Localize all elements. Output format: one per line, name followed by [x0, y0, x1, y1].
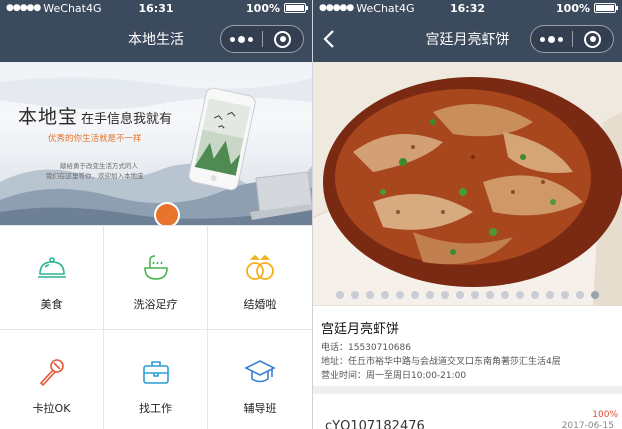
category-label: 辅导班: [243, 402, 277, 415]
carousel-dot[interactable]: [381, 291, 389, 299]
battery-status: 100%: [556, 1, 618, 15]
carousel-dot[interactable]: [501, 291, 509, 299]
carousel-dot[interactable]: [576, 291, 584, 299]
back-arrow-icon[interactable]: [319, 28, 341, 50]
shop-address[interactable]: 地址：任丘市裕华中路与会战道交叉口东南角著莎汇生活4层: [321, 355, 621, 369]
more-button[interactable]: [221, 35, 262, 43]
shop-hours: 营业时间：周一至周日10:00-21:00: [321, 371, 467, 381]
carousel-dot[interactable]: [396, 291, 404, 299]
carousel-dot[interactable]: [531, 291, 539, 299]
microphone-icon: [36, 356, 68, 388]
mini-program-capsule: [220, 25, 304, 53]
banner-line-1: 献给勇于改变生活方式的人: [60, 162, 138, 170]
category-jobs[interactable]: 找工作: [104, 330, 208, 429]
carousel-dot[interactable]: [351, 291, 359, 299]
status-time: 16:31: [138, 1, 174, 15]
close-mini-program-button[interactable]: [262, 30, 303, 48]
next-item-title[interactable]: cYQ107182476: [325, 419, 425, 429]
briefcase-icon: [140, 356, 172, 388]
carousel-dot[interactable]: [561, 291, 569, 299]
banner-title: 本地宝 在手信息我就有: [18, 102, 172, 129]
battery-status: 100%: [246, 1, 308, 15]
category-grid: 美食 洗浴足疗 结婚啦 卡拉OK 找工作 辅导班: [0, 225, 312, 429]
carousel-dot[interactable]: [486, 291, 494, 299]
carousel-dot[interactable]: [546, 291, 554, 299]
promo-banner[interactable]: 本地宝 在手信息我就有 优秀的你生活就是不一样 献给勇于改变生活方式的人 我们在…: [0, 62, 312, 225]
page-title: 本地生活: [128, 32, 184, 48]
mini-program-capsule: [530, 25, 614, 53]
carousel-dot[interactable]: [411, 291, 419, 299]
battery-icon: [594, 3, 618, 13]
target-circle-icon: [584, 30, 602, 48]
status-bar: ●●●●● WeChat4G 16:31 100%: [0, 0, 312, 16]
status-time: 16:32: [449, 1, 486, 15]
carousel-dot[interactable]: [516, 291, 524, 299]
carrier-info: ●●●●● WeChat4G: [6, 2, 102, 15]
carrier-name: WeChat4G: [356, 1, 415, 15]
more-dot-icon: [237, 35, 245, 43]
right-screen: ●●●●● WeChat4G 16:32 100% 宫廷月亮虾饼 宫廷月亮虾饼 …: [313, 0, 622, 429]
carousel-dot[interactable]: [591, 291, 599, 299]
section-divider: [313, 386, 622, 394]
close-mini-program-button[interactable]: [572, 30, 613, 48]
next-item-date: 2017-06-15: [561, 421, 614, 429]
more-button[interactable]: [531, 35, 572, 43]
more-dot-icon: [247, 36, 253, 42]
category-label: 找工作: [139, 402, 172, 415]
page-title: 宫廷月亮虾饼: [425, 32, 510, 48]
status-bar: ●●●●● WeChat4G 16:32 100%: [313, 0, 622, 16]
category-label: 卡拉OK: [32, 402, 71, 415]
banner-title-main: 本地宝: [18, 106, 79, 128]
carousel-dot[interactable]: [426, 291, 434, 299]
left-screen: ●●●●● WeChat4G 16:31 100% 本地生活 本地宝 在手信息我…: [0, 0, 312, 429]
banner-slogan: 优秀的你生活就是不一样: [48, 134, 142, 144]
category-wedding[interactable]: 结婚啦: [208, 226, 312, 330]
category-karaoke[interactable]: 卡拉OK: [0, 330, 104, 429]
food-cloche-icon: [36, 252, 68, 284]
shrimp-dish-image: [313, 62, 622, 306]
banner-line-2: 我们在这里等你，欢迎加入本地宝: [46, 172, 144, 180]
signal-icon: ●●●●●: [319, 3, 354, 13]
carousel-dot[interactable]: [471, 291, 479, 299]
rings-icon: [244, 252, 276, 284]
more-dot-icon: [229, 36, 235, 42]
category-food[interactable]: 美食: [0, 226, 104, 330]
zoom-level: 100%: [592, 410, 618, 420]
shop-name: 宫廷月亮虾饼: [321, 322, 400, 337]
more-dot-icon: [547, 35, 555, 43]
category-label: 结婚啦: [243, 298, 277, 311]
signal-icon: ●●●●●: [6, 3, 41, 13]
battery-percent: 100%: [556, 1, 590, 15]
carousel-dot[interactable]: [456, 291, 464, 299]
nav-bar: 本地生活: [0, 16, 312, 62]
carousel-indicator[interactable]: [313, 288, 622, 302]
orange-dot-icon: [156, 204, 178, 225]
food-photo[interactable]: [313, 62, 622, 306]
category-label: 洗浴足疗: [133, 298, 178, 311]
carrier-name: WeChat4G: [43, 1, 102, 15]
banner-title-sub: 在手信息我就有: [81, 112, 173, 127]
shop-info: 宫廷月亮虾饼 电话：15530710686 地址：任丘市裕华中路与会战道交叉口东…: [321, 318, 621, 383]
shop-phone[interactable]: 电话：15530710686: [321, 341, 621, 355]
target-circle-icon: [274, 30, 292, 48]
category-label: 美食: [40, 298, 63, 311]
laptop-image: [250, 172, 312, 220]
carousel-dot[interactable]: [336, 291, 344, 299]
more-dot-icon: [539, 36, 545, 42]
battery-icon: [284, 3, 308, 13]
nav-bar: 宫廷月亮虾饼: [313, 16, 622, 62]
carousel-dot[interactable]: [441, 291, 449, 299]
battery-percent: 100%: [246, 1, 280, 15]
category-tutoring[interactable]: 辅导班: [208, 330, 312, 429]
carrier-info: ●●●●● WeChat4G: [319, 2, 415, 15]
category-bath[interactable]: 洗浴足疗: [104, 226, 208, 330]
graduation-cap-icon: [244, 356, 276, 388]
carousel-dot[interactable]: [366, 291, 374, 299]
more-dot-icon: [557, 36, 563, 42]
bath-icon: [140, 252, 172, 284]
